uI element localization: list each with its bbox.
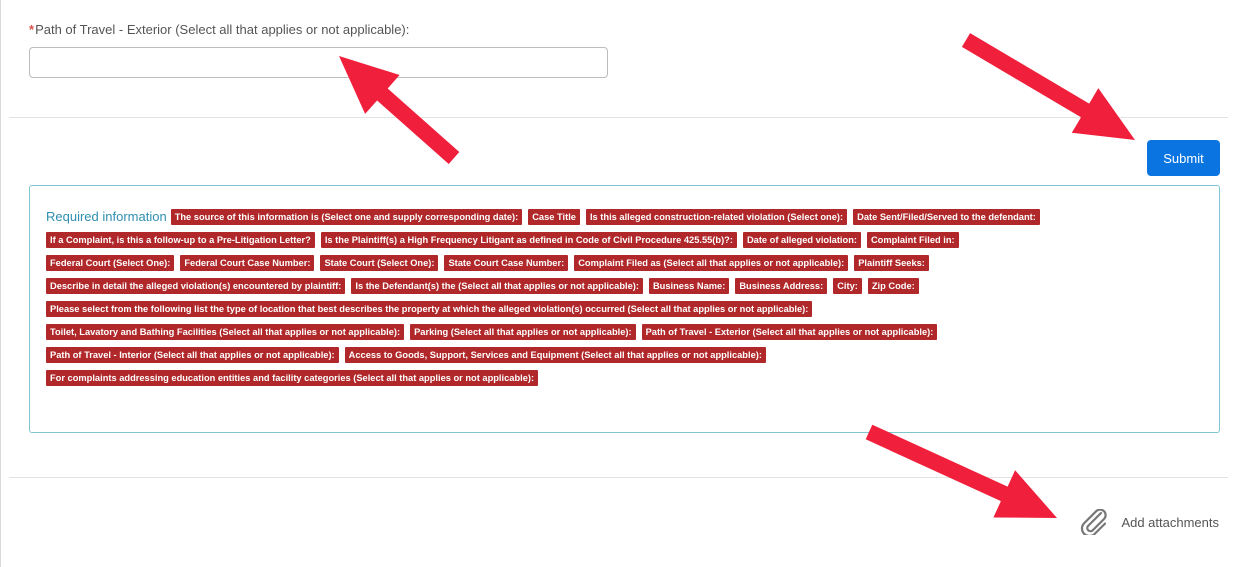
- required-field-tag[interactable]: Toilet, Lavatory and Bathing Facilities …: [46, 323, 405, 340]
- required-field-tag[interactable]: Please select from the following list th…: [46, 300, 813, 317]
- required-field-tag[interactable]: Complaint Filed as (Select all that appl…: [574, 254, 849, 271]
- required-info-row: If a Complaint, is this a follow-up to a…: [46, 228, 1209, 251]
- required-field-tag[interactable]: Parking (Select all that applies or not …: [410, 323, 636, 340]
- required-info-row: Please select from the following list th…: [46, 297, 1209, 320]
- paperclip-icon: [1081, 509, 1108, 535]
- form-page: *Path of Travel - Exterior (Select all t…: [0, 0, 1236, 567]
- submit-button[interactable]: Submit: [1147, 140, 1220, 176]
- section-divider: [9, 477, 1228, 478]
- path-of-travel-exterior-input[interactable]: [29, 47, 608, 78]
- add-attachments-label: Add attachments: [1121, 514, 1219, 530]
- required-field-tag[interactable]: Is the Plaintiff(s) a High Frequency Lit…: [320, 231, 737, 248]
- required-field-tag[interactable]: Is the Defendant(s) the (Select all that…: [351, 277, 643, 294]
- add-attachments-button[interactable]: Add attachments: [1079, 509, 1219, 535]
- required-field-tag[interactable]: Is this alleged construction-related vio…: [585, 208, 848, 225]
- required-field-tag[interactable]: Zip Code:: [867, 277, 919, 294]
- field-label: *Path of Travel - Exterior (Select all t…: [29, 22, 409, 37]
- required-field-tag[interactable]: City:: [833, 277, 862, 294]
- required-field-tag[interactable]: Path of Travel - Exterior (Select all th…: [641, 323, 938, 340]
- required-field-tag[interactable]: Complaint Filed in:: [866, 231, 959, 248]
- required-info-row: Describe in detail the alleged violation…: [46, 274, 1209, 297]
- required-marker: *: [29, 22, 35, 37]
- required-field-tag[interactable]: Case Title: [528, 208, 580, 225]
- required-field-tag[interactable]: Federal Court Case Number:: [180, 254, 315, 271]
- required-field-tag[interactable]: Path of Travel - Interior (Select all th…: [46, 346, 339, 363]
- required-field-tag[interactable]: Date of alleged violation:: [742, 231, 861, 248]
- required-field-tag[interactable]: Describe in detail the alleged violation…: [46, 277, 346, 294]
- required-info-row: Required information The source of this i…: [46, 205, 1209, 228]
- section-divider: [9, 117, 1228, 118]
- required-info-row: Path of Travel - Interior (Select all th…: [46, 343, 1209, 366]
- required-field-tag[interactable]: State Court (Select One):: [320, 254, 439, 271]
- required-information-title: Required information: [46, 209, 167, 224]
- required-field-tag[interactable]: The source of this information is (Selec…: [170, 208, 523, 225]
- required-field-tag[interactable]: Business Name:: [648, 277, 730, 294]
- required-field-tag[interactable]: If a Complaint, is this a follow-up to a…: [46, 231, 315, 248]
- required-field-tag[interactable]: Date Sent/Filed/Served to the defendant:: [853, 208, 1040, 225]
- required-field-tag[interactable]: Plaintiff Seeks:: [854, 254, 929, 271]
- required-field-tag[interactable]: For complaints addressing education enti…: [46, 369, 539, 386]
- required-field-tag[interactable]: Business Address:: [735, 277, 828, 294]
- field-label-text: Path of Travel - Exterior (Select all th…: [35, 22, 410, 37]
- required-field-tag[interactable]: State Court Case Number:: [444, 254, 569, 271]
- arrow-icon: [961, 33, 1135, 140]
- required-field-tag[interactable]: Access to Goods, Support, Services and E…: [344, 346, 766, 363]
- required-info-row: Toilet, Lavatory and Bathing Facilities …: [46, 320, 1209, 343]
- required-info-row: For complaints addressing education enti…: [46, 366, 1209, 389]
- required-field-tag[interactable]: Federal Court (Select One):: [46, 254, 175, 271]
- required-info-row: Federal Court (Select One): Federal Court…: [46, 251, 1209, 274]
- required-information-panel: Required information The source of this i…: [29, 185, 1220, 433]
- arrow-icon: [865, 424, 1057, 518]
